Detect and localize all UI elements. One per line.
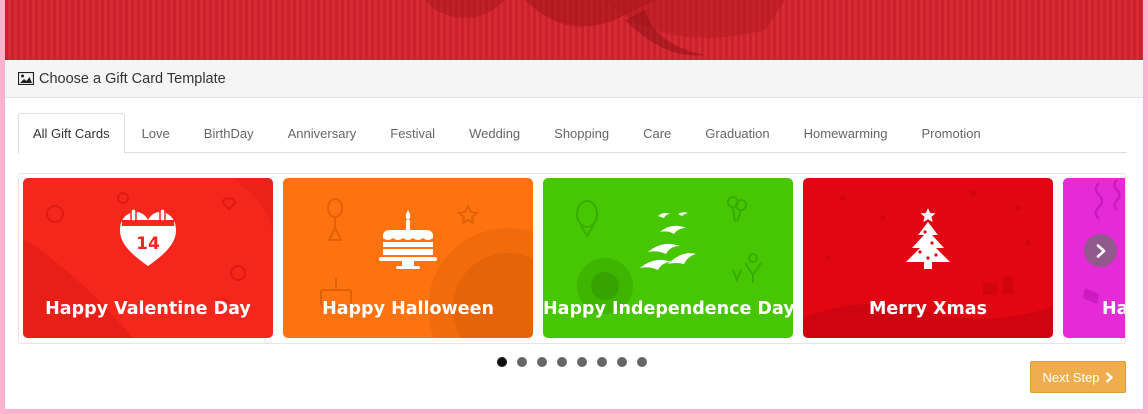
- tab-wedding[interactable]: Wedding: [452, 113, 537, 153]
- chevron-right-icon: [1096, 243, 1105, 258]
- gift-card-valentine[interactable]: 14 Happy Valentine Day: [23, 178, 273, 338]
- gift-card-page: Choose a Gift Card Template All Gift Car…: [5, 0, 1143, 409]
- card-label: Merry Xmas: [869, 299, 987, 319]
- tab-anniversary[interactable]: Anniversary: [271, 113, 374, 153]
- card-label: Ha: [1102, 299, 1126, 319]
- card-label: Happy Independence Day: [543, 299, 793, 319]
- tab-homewarming[interactable]: Homewarming: [787, 113, 905, 153]
- gift-card-independence[interactable]: Happy Independence Day: [543, 178, 793, 338]
- tab-all-gift-cards[interactable]: All Gift Cards: [18, 113, 125, 154]
- tab-care[interactable]: Care: [626, 113, 688, 153]
- next-step-button[interactable]: Next Step: [1030, 361, 1126, 393]
- gift-card-xmas[interactable]: Merry Xmas: [803, 178, 1053, 338]
- panel-title: Choose a Gift Card Template: [39, 70, 226, 87]
- next-step-label: Next Step: [1042, 369, 1100, 385]
- carousel-pagination: [497, 357, 647, 367]
- tab-festival[interactable]: Festival: [373, 113, 452, 153]
- tab-birthday[interactable]: BirthDay: [187, 113, 271, 153]
- calendar-heart-icon: 14: [120, 208, 176, 266]
- carousel-next-button[interactable]: [1084, 234, 1117, 267]
- gift-card-halloween[interactable]: Happy Halloween: [283, 178, 533, 338]
- birds-icon: [640, 212, 696, 270]
- picture-icon: [18, 72, 34, 85]
- page-dot-4[interactable]: [557, 357, 567, 367]
- page-dot-7[interactable]: [617, 357, 627, 367]
- page-dot-5[interactable]: [577, 357, 587, 367]
- gift-card-carousel: 14 Happy Valentine Day Happy Halloween H…: [18, 173, 1126, 344]
- tab-graduation[interactable]: Graduation: [688, 113, 786, 153]
- page-dot-6[interactable]: [597, 357, 607, 367]
- ribbon-banner: [5, 0, 1143, 60]
- chevron-right-icon: [1105, 371, 1113, 383]
- panel-heading: Choose a Gift Card Template: [5, 60, 1143, 98]
- tab-love[interactable]: Love: [125, 113, 187, 153]
- page-dot-1[interactable]: [497, 357, 507, 367]
- tab-shopping[interactable]: Shopping: [537, 113, 626, 153]
- card-label: Happy Valentine Day: [45, 299, 251, 319]
- page-dot-2[interactable]: [517, 357, 527, 367]
- christmas-tree-icon: [906, 208, 950, 269]
- tab-promotion[interactable]: Promotion: [904, 113, 997, 153]
- category-tabs: All Gift Cards Love BirthDay Anniversary…: [18, 113, 1127, 154]
- page-dot-3[interactable]: [537, 357, 547, 367]
- page-dot-8[interactable]: [637, 357, 647, 367]
- cake-icon: [379, 210, 437, 269]
- calendar-date: 14: [136, 234, 160, 254]
- card-label: Happy Halloween: [322, 299, 494, 319]
